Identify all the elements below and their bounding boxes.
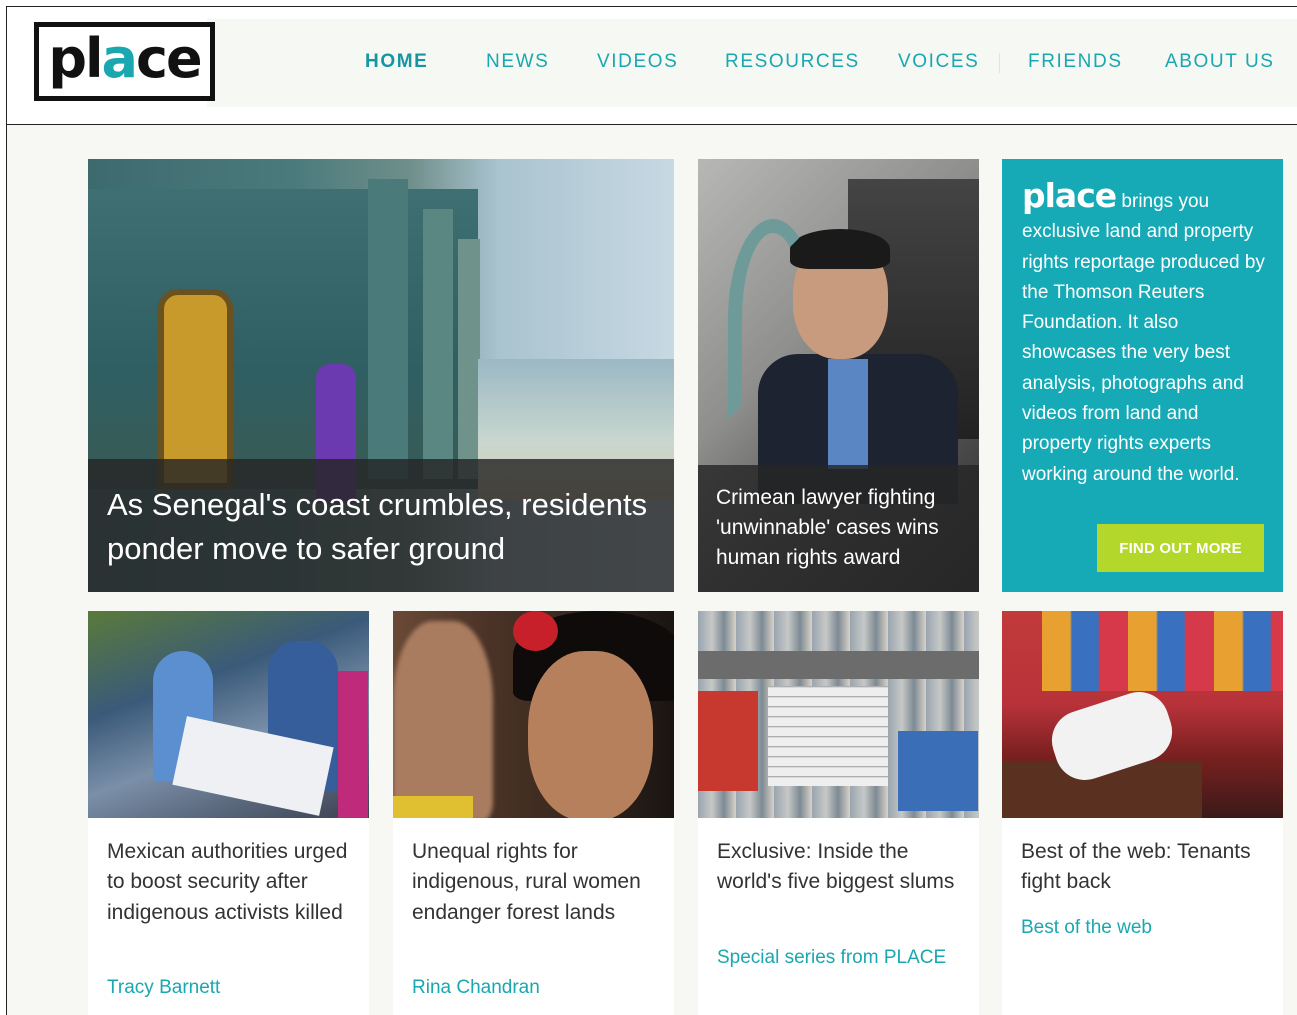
card-title[interactable]: Mexican authorities urged to boost secur… (107, 837, 357, 928)
card-author[interactable]: Tracy Barnett (107, 977, 220, 999)
feature-story-crimean-lawyer[interactable]: Crimean lawyer fighting 'unwinnable' cas… (698, 159, 979, 592)
story-card-tenants[interactable]: Best of the web: Tenants fight back Best… (1002, 611, 1283, 1015)
secondary-caption: Crimean lawyer fighting 'unwinnable' cas… (698, 465, 979, 592)
feature-title[interactable]: As Senegal's coast crumbles, residents p… (88, 459, 674, 592)
mexico-activists-photo (88, 611, 369, 818)
card-title[interactable]: Best of the web: Tenants fight back (1021, 837, 1271, 898)
info-brand: place (1022, 176, 1117, 215)
story-card-slums[interactable]: Exclusive: Inside the world's five bigge… (698, 611, 979, 1015)
card-title[interactable]: Exclusive: Inside the world's five bigge… (717, 837, 967, 898)
nav-videos[interactable]: VIDEOS (597, 51, 678, 73)
card-title[interactable]: Unequal rights for indigenous, rural wom… (412, 837, 662, 928)
nav-divider (999, 53, 1000, 73)
slum-aerial-photo (698, 611, 979, 818)
find-out-more-button[interactable]: FIND OUT MORE (1097, 524, 1264, 572)
about-place-box: place brings you exclusive land and prop… (1002, 159, 1283, 592)
main-nav: HOME NEWS VIDEOS RESOURCES VOICES FRIEND… (7, 51, 1297, 79)
page-frame: place HOME NEWS VIDEOS RESOURCES VOICES … (6, 6, 1297, 1015)
indigenous-women-photo (393, 611, 674, 818)
about-text: place brings you exclusive land and prop… (1022, 179, 1272, 490)
nav-news[interactable]: NEWS (486, 51, 549, 73)
info-description: brings you exclusive land and property r… (1022, 191, 1265, 485)
nav-voices[interactable]: VOICES (898, 51, 979, 73)
card-series[interactable]: Special series from PLACE (717, 947, 946, 969)
story-card-mexico[interactable]: Mexican authorities urged to boost secur… (88, 611, 369, 1015)
site-header: place HOME NEWS VIDEOS RESOURCES VOICES … (7, 7, 1297, 125)
nav-home[interactable]: HOME (365, 51, 428, 73)
nav-about-us[interactable]: ABOUT US (1165, 51, 1275, 73)
card-author[interactable]: Rina Chandran (412, 977, 540, 999)
card-category[interactable]: Best of the web (1021, 917, 1152, 939)
secondary-title[interactable]: Crimean lawyer fighting 'unwinnable' cas… (698, 465, 979, 589)
nav-friends[interactable]: FRIENDS (1028, 51, 1123, 73)
nav-resources[interactable]: RESOURCES (725, 51, 860, 73)
feature-caption: As Senegal's coast crumbles, residents p… (88, 459, 674, 592)
tenants-photo (1002, 611, 1283, 818)
feature-story-senegal[interactable]: As Senegal's coast crumbles, residents p… (88, 159, 674, 592)
story-card-women-rights[interactable]: Unequal rights for indigenous, rural wom… (393, 611, 674, 1015)
